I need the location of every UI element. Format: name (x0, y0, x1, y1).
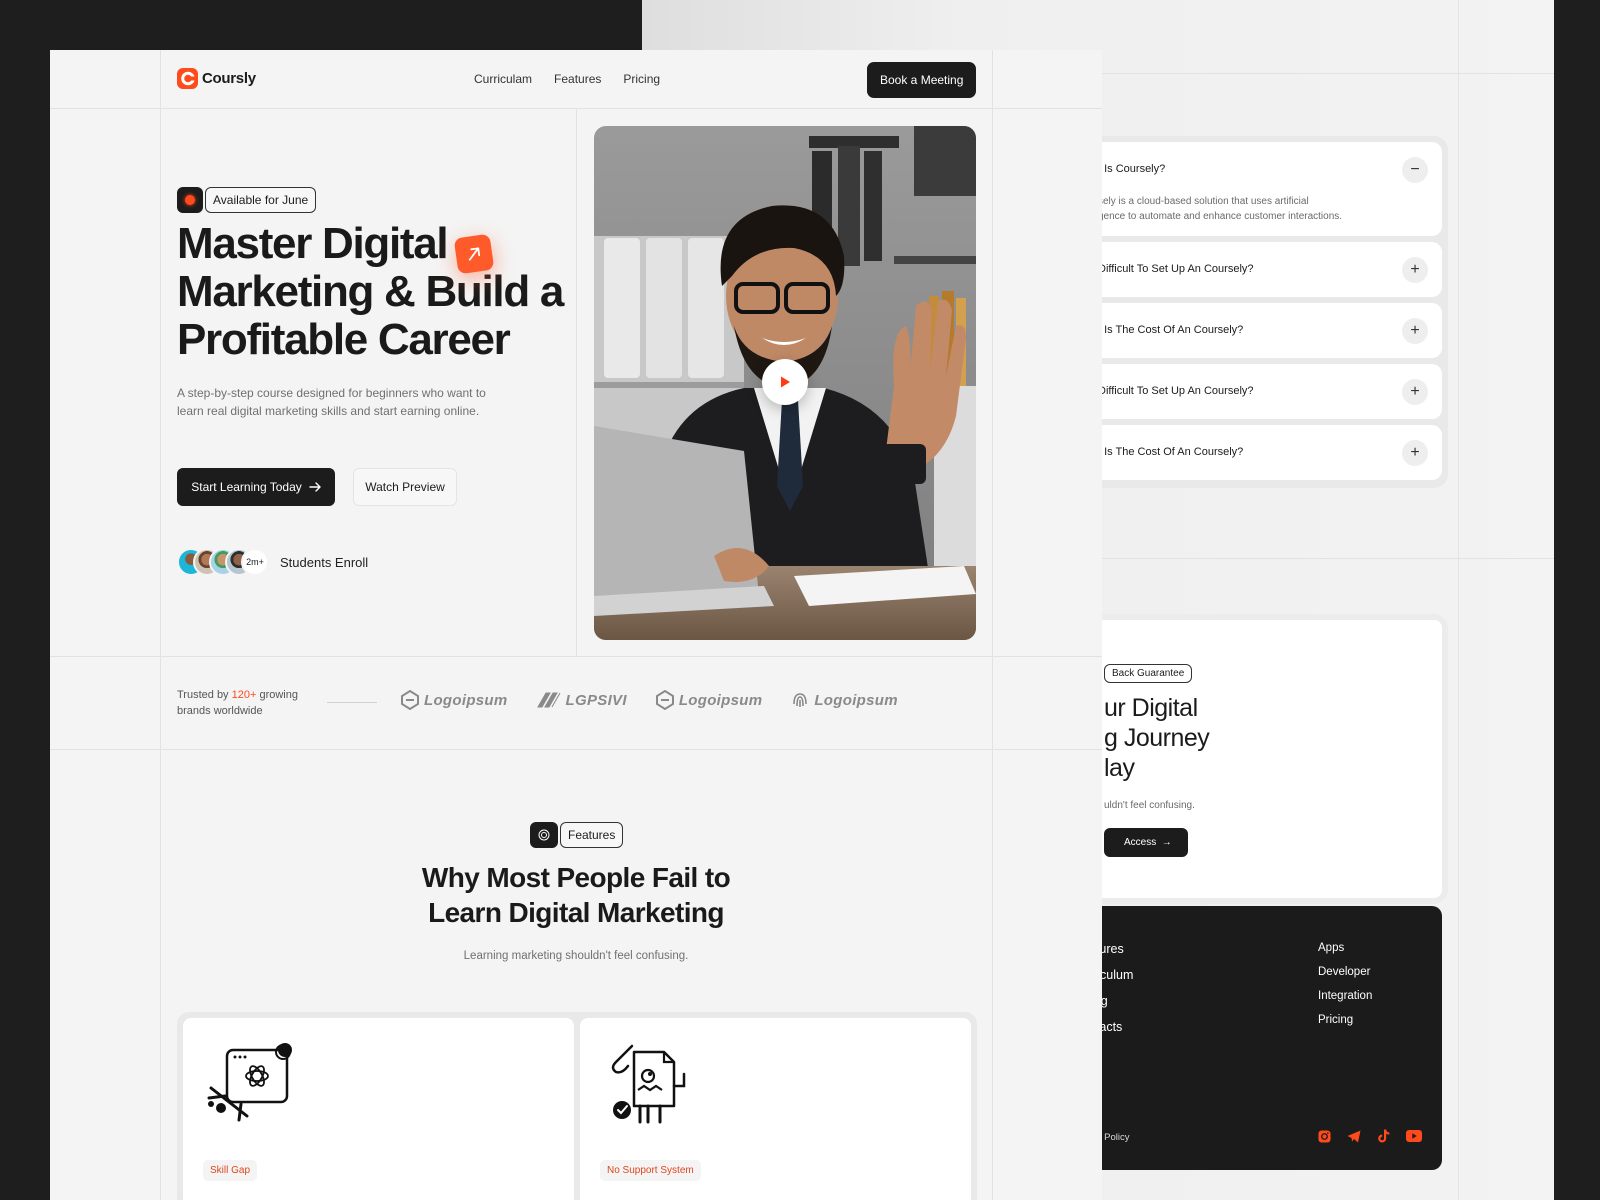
collapse-button[interactable]: − (1402, 157, 1428, 183)
faq-question: Difficult To Set Up An Coursely? (1098, 385, 1254, 397)
nav-curriculum[interactable]: Curriculam (474, 72, 532, 86)
partner-logo: Logoipsum (790, 690, 898, 710)
feature-card-no-support: No Support System (580, 1018, 971, 1200)
grid-line (160, 50, 161, 1200)
students-enroll-label: Students Enroll (280, 555, 369, 570)
grid-line (50, 656, 1102, 657)
preview-video[interactable] (594, 126, 976, 640)
partner-logo: LGPSIVI (536, 691, 627, 709)
play-icon (781, 376, 790, 388)
footer-link[interactable]: Pricing (1318, 1008, 1372, 1032)
feature-card-skill-gap: Skill Gap (183, 1018, 574, 1200)
no-support-tag: No Support System (600, 1160, 701, 1181)
cta-title: ur Digital g Journey lay (1104, 694, 1210, 782)
live-dot-icon (177, 187, 203, 213)
skill-gap-tag: Skill Gap (203, 1160, 258, 1181)
book-meeting-button[interactable]: Book a Meeting (867, 62, 977, 98)
get-access-button[interactable]: Access → (1104, 828, 1188, 857)
student-avatars: 2m+ (177, 548, 269, 576)
social-links (1316, 1128, 1422, 1144)
brand-logo[interactable]: Coursly (177, 68, 256, 89)
hero-title: Master Digital Marketing & Build a Profi… (177, 219, 564, 364)
landing-page: Coursly Curriculam Features Pricing Book… (50, 50, 1102, 1200)
expand-button[interactable]: + (1402, 379, 1428, 405)
grid-line (992, 50, 993, 1200)
trend-arrow-icon (453, 233, 495, 275)
trusted-by-text: Trusted by 120+ growing brands worldwide (177, 689, 298, 717)
main-nav: Curriculam Features Pricing (474, 72, 660, 86)
features-badge: Features (530, 822, 624, 848)
availability-badge: Available for June (177, 187, 317, 213)
faq-question: t Is The Cost Of An Coursely? (1098, 446, 1244, 458)
guarantee-badge: Back Guarantee (1104, 664, 1193, 683)
features-title: Why Most People Fail to Learn Digital Ma… (421, 862, 731, 928)
youtube-icon[interactable] (1406, 1128, 1422, 1144)
logoipsum-mark-icon (401, 690, 419, 710)
logo-mark-icon (177, 68, 198, 89)
divider (327, 702, 377, 703)
start-learning-button[interactable]: Start Learning Today (177, 468, 335, 506)
grid-line (1458, 0, 1459, 1200)
instagram-icon[interactable] (1316, 1128, 1332, 1144)
partner-logo: Logoipsum (655, 690, 763, 710)
partner-logo: Logoipsum (400, 690, 508, 710)
no-support-illustration (611, 1044, 686, 1124)
fingerprint-mark-icon (793, 693, 808, 707)
expand-button[interactable]: + (1402, 257, 1428, 283)
faq-question: t Is The Cost Of An Coursely? (1098, 324, 1244, 336)
feature-cards: Skill Gap No Support System (177, 1012, 977, 1200)
target-icon (530, 822, 558, 848)
footer-link[interactable]: Apps (1318, 936, 1372, 960)
telegram-icon[interactable] (1346, 1128, 1362, 1144)
play-button[interactable] (762, 359, 808, 405)
skill-gap-illustration (207, 1043, 292, 1122)
expand-button[interactable]: + (1402, 440, 1428, 466)
footer-link[interactable]: Integration (1318, 984, 1372, 1008)
students-count: 2m+ (241, 548, 269, 576)
faq-question: Difficult To Set Up An Coursely? (1098, 263, 1254, 275)
faq-question: t Is Coursely? (1098, 163, 1166, 175)
expand-button[interactable]: + (1402, 318, 1428, 344)
availability-label: Available for June (205, 187, 317, 213)
footer-links-secondary: Apps Developer Integration Pricing (1318, 936, 1372, 1032)
grid-line (50, 108, 1102, 109)
cta-subtitle: uldn't feel confusing. (1104, 800, 1195, 811)
brand-logos: Logoipsum LGPSIVI Logoipsum Logoipsum (400, 690, 898, 710)
features-subtitle: Learning marketing shouldn't feel confus… (463, 950, 689, 962)
grid-line (50, 749, 1102, 750)
watch-preview-button[interactable]: Watch Preview (353, 468, 457, 506)
tiktok-icon[interactable] (1376, 1128, 1392, 1144)
footer-link[interactable]: Developer (1318, 960, 1372, 984)
lgpsivi-mark-icon (536, 692, 560, 708)
features-label: Features (560, 822, 624, 848)
arrow-right-icon (309, 482, 321, 492)
hero-subtitle: A step-by-step course designed for begin… (177, 386, 486, 418)
nav-pricing[interactable]: Pricing (623, 72, 660, 86)
grid-line (576, 108, 577, 656)
trusted-count: 120+ (231, 689, 257, 701)
nav-features[interactable]: Features (554, 72, 601, 86)
logoipsum-mark-icon (655, 690, 674, 710)
faq-answer: sely is a cloud-based solution that uses… (1098, 196, 1343, 222)
brand-name: Coursly (202, 70, 256, 87)
